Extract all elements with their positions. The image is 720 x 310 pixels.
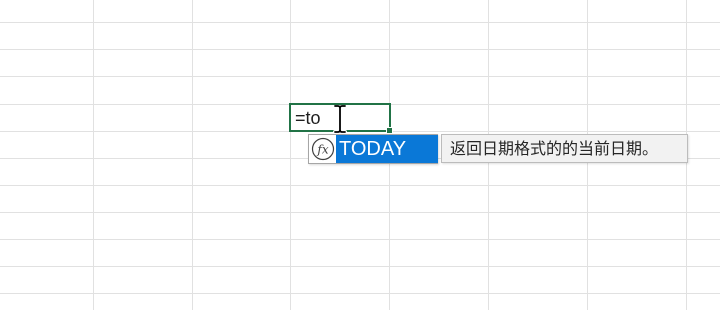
row-gridline	[0, 185, 720, 186]
cell-input-text[interactable]: =to	[295, 108, 321, 128]
row-gridline	[0, 22, 720, 23]
function-autocomplete-list[interactable]: fx TODAY	[308, 134, 438, 164]
row-gridline	[0, 293, 720, 294]
svg-text:fx: fx	[316, 143, 328, 157]
row-gridline	[0, 76, 720, 77]
row-gridline	[0, 212, 720, 213]
column-gridline	[192, 0, 193, 310]
column-gridline	[93, 0, 94, 310]
column-gridline	[290, 0, 291, 310]
autocomplete-item-today[interactable]: TODAY	[336, 135, 438, 163]
row-gridline	[0, 266, 720, 267]
function-description-tooltip: 返回日期格式的的当前日期。	[441, 134, 688, 163]
spreadsheet-grid[interactable]: =to fx TODAY 返回日期格式的的当前日期。	[0, 0, 720, 310]
text-cursor-icon	[333, 105, 347, 133]
row-gridline	[0, 239, 720, 240]
fill-handle[interactable]	[386, 127, 393, 134]
row-gridline	[0, 49, 720, 50]
function-fx-icon: fx	[311, 137, 335, 161]
